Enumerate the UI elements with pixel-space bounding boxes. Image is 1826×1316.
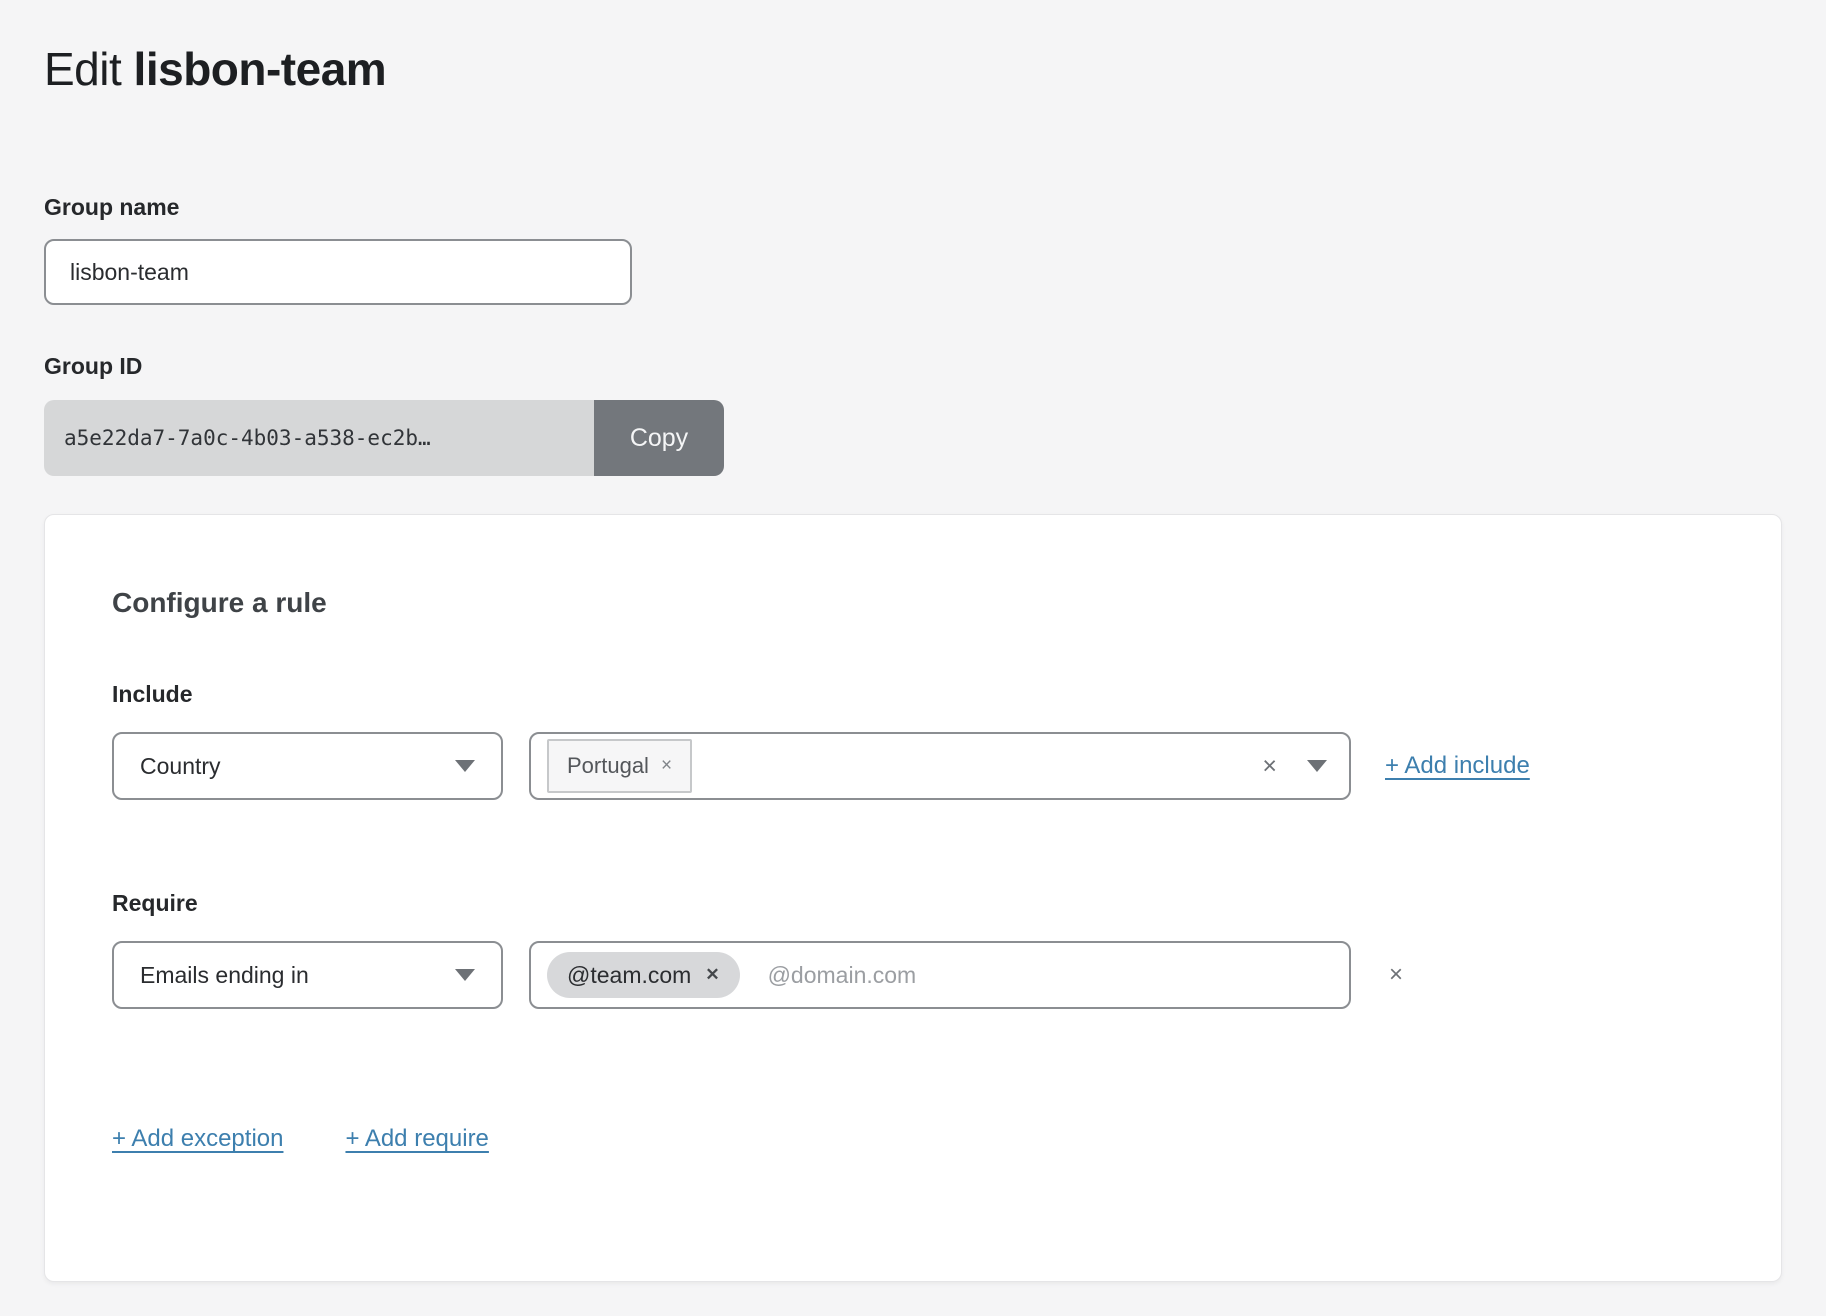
- group-name-label: Group name: [44, 194, 1782, 221]
- include-tag-portugal: Portugal ×: [547, 739, 692, 793]
- require-tag-label: @team.com: [567, 962, 691, 989]
- add-include-link[interactable]: + Add include: [1385, 752, 1530, 780]
- group-name-input[interactable]: [44, 239, 632, 305]
- add-exception-link[interactable]: + Add exception: [112, 1125, 283, 1153]
- edit-group-page: Edit lisbon-team Group name Group ID a5e…: [0, 0, 1826, 1282]
- require-label: Require: [112, 890, 1781, 917]
- card-heading: Configure a rule: [112, 587, 1781, 619]
- page-title: Edit lisbon-team: [44, 40, 1782, 98]
- include-selector-value: Country: [140, 753, 221, 780]
- require-selector-dropdown[interactable]: Emails ending in: [112, 941, 503, 1009]
- chevron-down-icon: [455, 969, 475, 981]
- clear-selection-icon[interactable]: ×: [1262, 754, 1277, 779]
- configure-rule-card: Configure a rule Include Country Portuga…: [44, 514, 1782, 1282]
- remove-tag-icon[interactable]: ✕: [705, 965, 719, 985]
- add-require-link[interactable]: + Add require: [345, 1125, 488, 1153]
- require-tag-team-com: @team.com ✕: [547, 952, 740, 998]
- chevron-down-icon[interactable]: [1307, 760, 1327, 772]
- copy-button[interactable]: Copy: [594, 400, 724, 476]
- rule-footer-links: + Add exception + Add require: [112, 1125, 1781, 1153]
- require-email-input-box[interactable]: @team.com ✕: [529, 941, 1351, 1009]
- group-id-bar: a5e22da7-7a0c-4b03-a538-ec2b… Copy: [44, 400, 724, 476]
- chevron-down-icon: [455, 760, 475, 772]
- email-domain-input[interactable]: [766, 961, 1327, 990]
- page-title-group-name: lisbon-team: [134, 43, 387, 95]
- page-title-prefix: Edit: [44, 43, 134, 95]
- group-id-value: a5e22da7-7a0c-4b03-a538-ec2b…: [44, 400, 594, 476]
- group-id-label: Group ID: [44, 353, 1782, 380]
- remove-tag-icon[interactable]: ×: [661, 755, 672, 777]
- require-selector-value: Emails ending in: [140, 962, 309, 989]
- include-selector-dropdown[interactable]: Country: [112, 732, 503, 800]
- require-rule-row: Emails ending in @team.com ✕ ×: [112, 941, 1781, 1009]
- include-tag-label: Portugal: [567, 753, 649, 779]
- include-rule-row: Country Portugal × × + Add include: [112, 732, 1781, 800]
- include-value-multiselect[interactable]: Portugal × ×: [529, 732, 1351, 800]
- remove-rule-row-icon[interactable]: ×: [1389, 961, 1403, 989]
- include-label: Include: [112, 681, 1781, 708]
